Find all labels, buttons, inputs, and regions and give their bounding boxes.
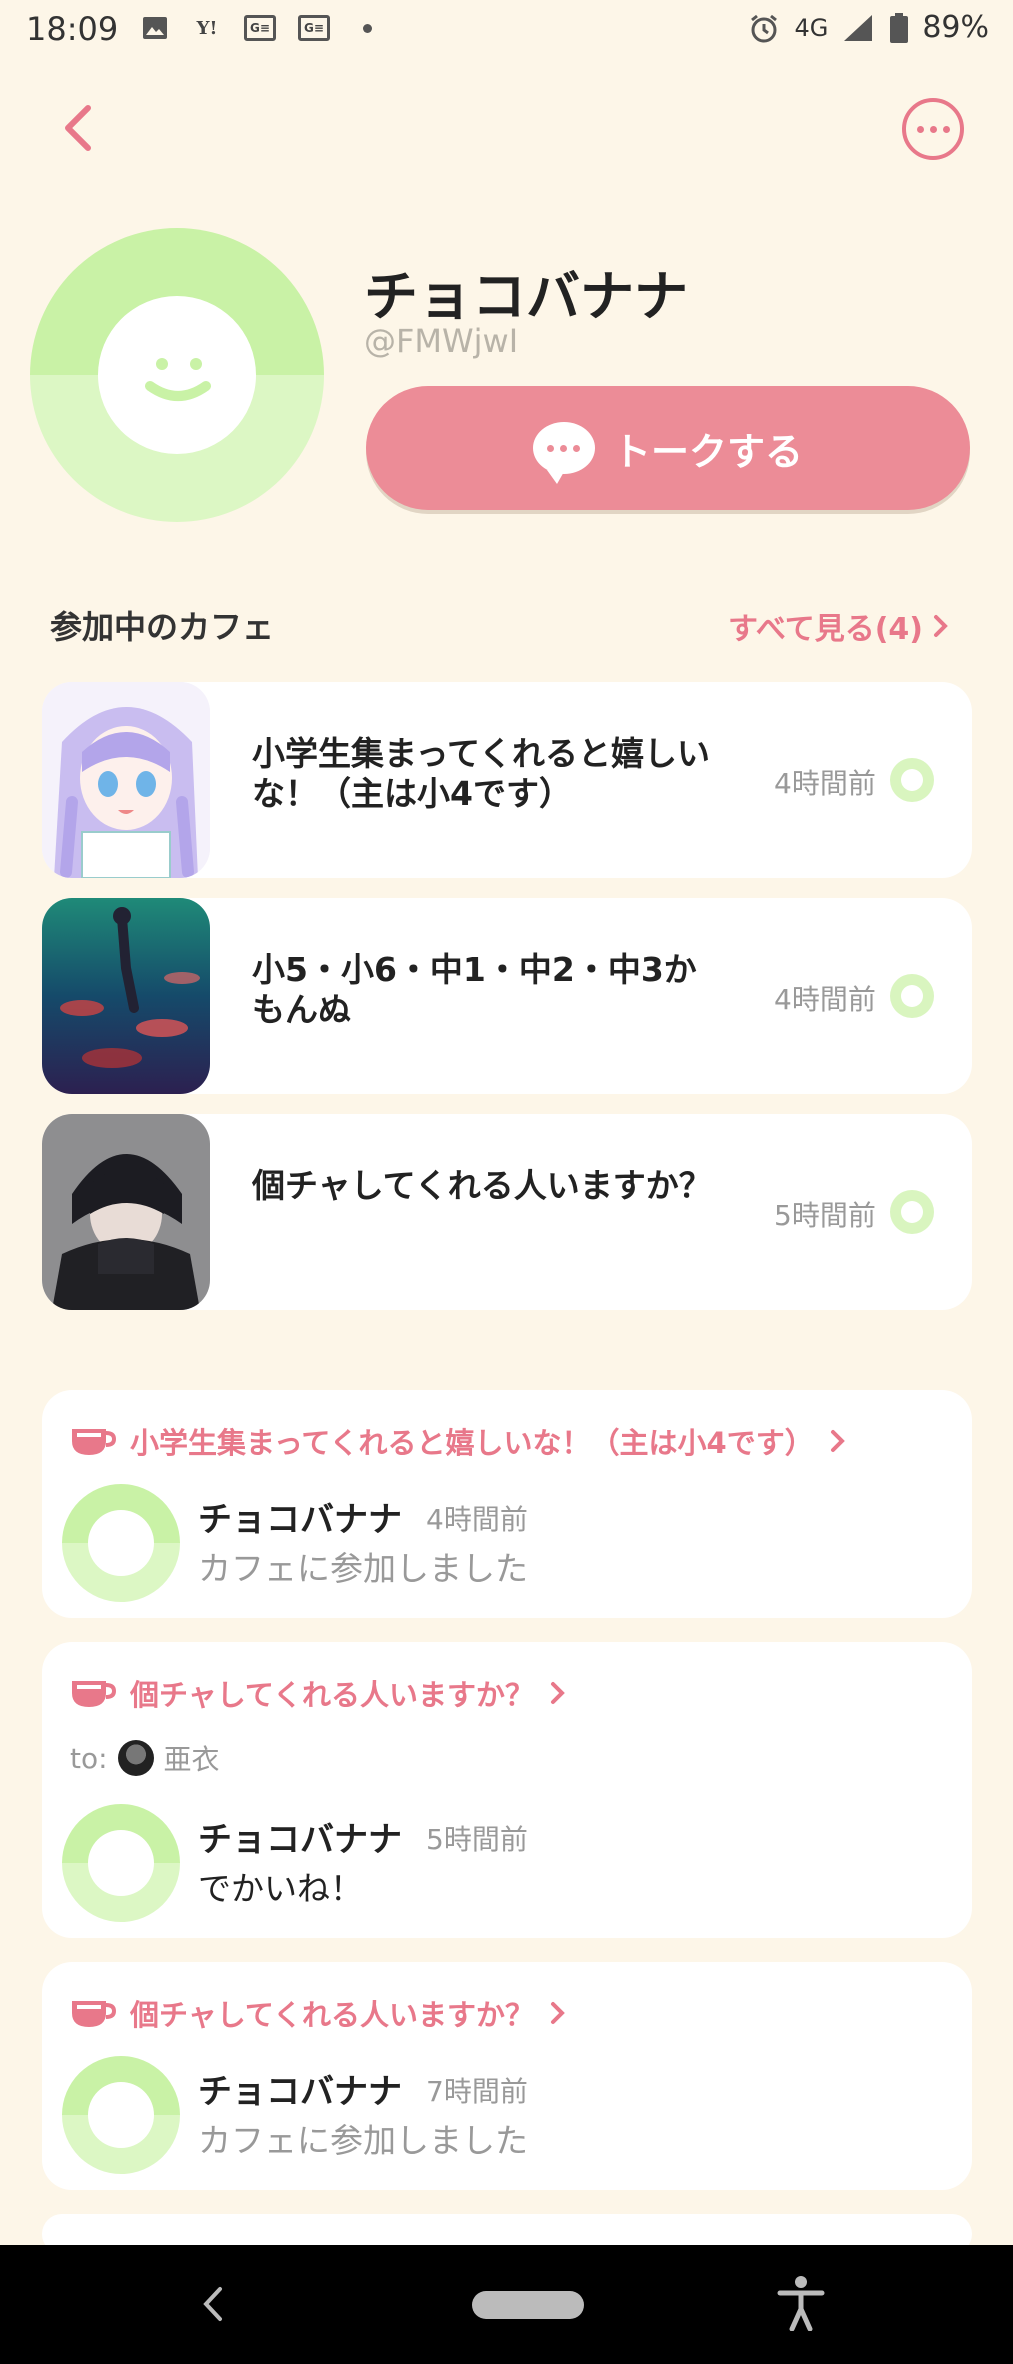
back-button[interactable]	[52, 98, 112, 158]
news-icon: G≡	[298, 15, 330, 41]
activity-card[interactable]: 個チャしてくれる人いますか？ to: 亜衣 チョコバナナ 5時間前 でかいね！	[42, 1642, 972, 1938]
cafe-card[interactable]: 個チャしてくれる人いますか？ 5時間前	[42, 1114, 972, 1310]
profile-name: チョコバナナ	[364, 265, 688, 328]
cafe-name: 小5・小6・中1・中2・中3かもんぬ	[252, 950, 697, 1029]
cafe-card[interactable]: 小学生集まってくれると嬉しいな！（主は小4です） 4時間前	[42, 682, 972, 878]
activity-time: 5時間前	[426, 1823, 528, 1856]
activity-text: でかいね！	[198, 1869, 363, 1908]
activity-user: チョコバナナ	[198, 1500, 402, 1540]
dot-icon	[352, 14, 382, 42]
activity-cafe-link[interactable]: 個チャしてくれる人いますか？	[70, 1672, 568, 1714]
cup-icon	[72, 1429, 116, 1455]
news-icon: G≡	[244, 15, 276, 41]
yahoo-icon: Y!	[196, 17, 218, 39]
reply-to-user[interactable]: 亜衣	[164, 1738, 220, 1778]
cup-icon	[72, 2001, 116, 2027]
activity-cafe-link[interactable]: 個チャしてくれる人いますか？	[70, 1992, 568, 2034]
battery-percent: 89%	[922, 10, 989, 45]
nav-home-button[interactable]	[472, 2291, 584, 2319]
talk-button[interactable]: トークする	[366, 386, 970, 510]
activity-cafe-name: 個チャしてくれる人いますか？	[130, 1678, 534, 1712]
cafe-name: 小学生集まってくれると嬉しいな！（主は小4です）	[252, 734, 711, 813]
cafe-name: 個チャしてくれる人いますか？	[252, 1166, 712, 1205]
notification-icons: Y! G≡ G≡	[140, 14, 382, 42]
activity-cafe-name: 小学生集まってくれると嬉しいな！（主は小4です）	[130, 1426, 814, 1460]
cafe-status-icon	[890, 1190, 934, 1234]
avatar	[62, 1484, 180, 1602]
status-bar: 18:09 Y! G≡ G≡ 4G 89%	[0, 0, 1013, 62]
alarm-icon	[751, 14, 778, 42]
chevron-right-icon	[934, 615, 948, 637]
see-all-link[interactable]: すべて見る(4)	[728, 604, 951, 648]
cafe-time: 4時間前	[774, 983, 876, 1016]
cafe-status-icon	[890, 974, 934, 1018]
activity-card[interactable]: 個チャしてくれる人いますか？ チョコバナナ 7時間前 カフェに参加しました	[42, 1962, 972, 2190]
nav-back-icon	[203, 2287, 222, 2321]
see-all-label: すべて見る(4)	[728, 612, 923, 647]
status-right: 4G 89%	[748, 10, 989, 45]
chevron-left-icon	[65, 105, 91, 151]
chevron-right-icon	[550, 1682, 565, 1704]
cafe-thumbnail	[42, 898, 210, 1094]
nav-back-button[interactable]	[192, 2281, 238, 2327]
accessibility-icon	[777, 2276, 825, 2332]
signal-icon	[844, 14, 873, 41]
avatar	[62, 2056, 180, 2174]
accessibility-button[interactable]	[776, 2275, 826, 2332]
activity-time: 4時間前	[426, 1503, 528, 1536]
activity-cafe-link[interactable]: 小学生集まってくれると嬉しいな！（主は小4です）	[70, 1420, 848, 1462]
talk-button-label: トークする	[612, 429, 803, 474]
section-title: 参加中のカフェ	[50, 608, 275, 646]
more-icon	[916, 125, 924, 133]
cafe-status-icon	[890, 758, 934, 802]
cafe-thumbnail	[42, 682, 210, 878]
cafe-card[interactable]: 小5・小6・中1・中2・中3かもんぬ 4時間前	[42, 898, 972, 1094]
cafe-time: 4時間前	[774, 767, 876, 800]
battery-icon	[890, 12, 909, 43]
network-label: 4G	[794, 13, 829, 42]
chat-bubble-icon	[532, 422, 595, 484]
reply-to-label: to:	[70, 1741, 108, 1775]
avatar	[117, 1740, 154, 1776]
cafe-time: 5時間前	[774, 1199, 876, 1232]
profile-handle: @FMWjwI	[364, 322, 519, 360]
activity-cafe-name: 個チャしてくれる人いますか？	[130, 1998, 534, 2032]
cup-icon	[72, 1681, 116, 1707]
status-time: 18:09	[26, 10, 119, 48]
reply-to: to: 亜衣	[70, 1738, 220, 1778]
activity-user: チョコバナナ	[198, 2072, 402, 2112]
chevron-right-icon	[550, 2002, 565, 2024]
activity-time: 7時間前	[426, 2075, 528, 2108]
profile-avatar	[30, 228, 324, 522]
cafe-thumbnail	[42, 1114, 210, 1310]
activity-text: カフェに参加しました	[198, 1549, 528, 1588]
chevron-right-icon	[830, 1430, 845, 1452]
activity-card[interactable]: 小学生集まってくれると嬉しいな！（主は小4です） チョコバナナ 4時間前 カフェ…	[42, 1390, 972, 1618]
activity-text: カフェに参加しました	[198, 2121, 528, 2160]
system-nav-bar	[0, 2245, 1013, 2364]
more-options-button[interactable]	[902, 98, 964, 160]
avatar	[62, 1804, 180, 1922]
image-icon	[140, 14, 170, 42]
activity-user: チョコバナナ	[198, 1820, 402, 1860]
